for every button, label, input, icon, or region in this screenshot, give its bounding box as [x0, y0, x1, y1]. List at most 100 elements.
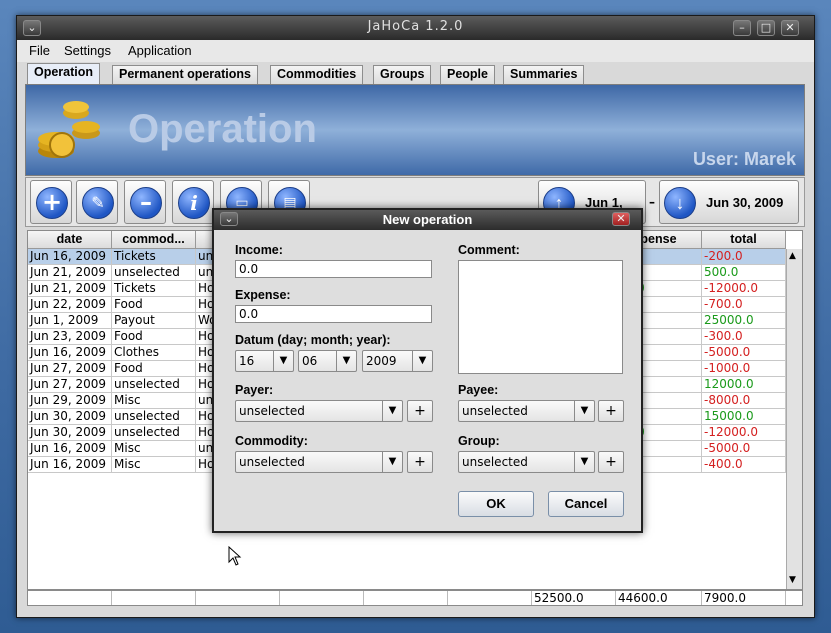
menu-settings[interactable]: Settings: [64, 43, 111, 58]
footer-cell: [448, 591, 532, 605]
window-titlebar[interactable]: ⌄ JaHoCa 1.2.0 – □ ✕: [17, 16, 814, 40]
chevron-down-icon: ▼: [574, 452, 594, 472]
table-cell: Misc: [112, 441, 196, 457]
cancel-button[interactable]: Cancel: [548, 491, 624, 517]
table-cell: Jun 22, 2009: [28, 297, 112, 313]
remove-operation-button[interactable]: –: [124, 180, 166, 224]
tab-permanent-operations[interactable]: Permanent operations: [112, 65, 258, 84]
table-cell: -700.0: [702, 297, 786, 313]
expense-input[interactable]: 0.0: [235, 305, 432, 323]
footer-income-total: 52500.0: [532, 591, 616, 605]
close-button[interactable]: ✕: [781, 20, 799, 36]
ok-button[interactable]: OK: [458, 491, 534, 517]
menubar: File Settings Application: [17, 40, 814, 62]
date-to-button[interactable]: ↓ Jun 30, 2009: [659, 180, 799, 224]
add-commodity-button[interactable]: +: [407, 451, 433, 473]
chevron-down-icon: ▼: [336, 351, 356, 371]
mouse-cursor-icon: [228, 546, 242, 566]
table-scrollbar[interactable]: ▲ ▼: [786, 249, 802, 589]
table-cell: Jun 21, 2009: [28, 265, 112, 281]
tab-bar: Operation Permanent operations Commoditi…: [17, 62, 814, 84]
table-cell: 15000.0: [702, 409, 786, 425]
date-to-label: Jun 30, 2009: [706, 195, 784, 210]
dialog-title: New operation: [382, 212, 473, 227]
comment-label: Comment:: [458, 243, 520, 257]
add-payer-button[interactable]: +: [407, 400, 433, 422]
tab-operation[interactable]: Operation: [27, 63, 101, 84]
footer-cell: [28, 591, 112, 605]
scroll-up-icon[interactable]: ▲: [789, 251, 796, 261]
tab-summaries[interactable]: Summaries: [503, 65, 585, 84]
payee-value: unselected: [462, 404, 528, 418]
income-label: Income:: [235, 243, 283, 257]
comment-textarea[interactable]: [458, 260, 623, 374]
commodity-value: unselected: [239, 455, 305, 469]
table-cell: unselected: [112, 409, 196, 425]
tab-groups[interactable]: Groups: [373, 65, 432, 84]
group-select[interactable]: unselected ▼: [458, 451, 595, 473]
commodity-select[interactable]: unselected ▼: [235, 451, 403, 473]
maximize-button[interactable]: □: [757, 20, 775, 36]
group-value: unselected: [462, 455, 528, 469]
chevron-down-icon: ▼: [273, 351, 293, 371]
minus-icon: –: [130, 187, 162, 219]
menu-file[interactable]: File: [29, 43, 50, 58]
income-input[interactable]: 0.0: [235, 260, 432, 278]
table-cell: Jun 29, 2009: [28, 393, 112, 409]
add-payee-button[interactable]: +: [598, 400, 624, 422]
table-cell: Jun 16, 2009: [28, 441, 112, 457]
chevron-down-icon: ▼: [382, 452, 402, 472]
window-title: JaHoCa 1.2.0: [367, 19, 464, 34]
table-cell: Food: [112, 297, 196, 313]
payer-label: Payer:: [235, 383, 274, 397]
month-value: 06: [302, 354, 318, 368]
payer-value: unselected: [239, 404, 305, 418]
table-cell: Jun 27, 2009: [28, 361, 112, 377]
totals-row: 52500.0 44600.0 7900.0: [27, 590, 803, 606]
payer-select[interactable]: unselected ▼: [235, 400, 403, 422]
chevron-down-icon: ▼: [382, 401, 402, 421]
table-cell: Jun 16, 2009: [28, 457, 112, 473]
add-operation-button[interactable]: +: [30, 180, 72, 224]
info-icon: i: [178, 187, 210, 219]
column-commodity[interactable]: commod...: [112, 231, 196, 249]
scroll-down-icon[interactable]: ▼: [789, 575, 796, 585]
table-cell: -5000.0: [702, 345, 786, 361]
table-cell: Food: [112, 329, 196, 345]
table-cell: unselected: [112, 265, 196, 281]
datum-label: Datum (day; month; year):: [235, 333, 391, 347]
add-group-button[interactable]: +: [598, 451, 624, 473]
banner-title: Operation: [128, 107, 317, 151]
tab-people[interactable]: People: [440, 65, 495, 84]
column-date[interactable]: date: [28, 231, 112, 249]
table-cell: Jun 21, 2009: [28, 281, 112, 297]
table-cell: -1000.0: [702, 361, 786, 377]
month-select[interactable]: 06 ▼: [298, 350, 357, 372]
footer-cell: [364, 591, 448, 605]
table-cell: Misc: [112, 393, 196, 409]
table-cell: Jun 30, 2009: [28, 425, 112, 441]
minimize-button[interactable]: –: [733, 20, 751, 36]
chevron-down-icon: ▼: [574, 401, 594, 421]
group-label: Group:: [458, 434, 500, 448]
table-cell: -12000.0: [702, 281, 786, 297]
dialog-titlebar[interactable]: ⌄ New operation ✕: [214, 210, 641, 230]
table-cell: -12000.0: [702, 425, 786, 441]
coins-icon: [38, 101, 100, 158]
table-cell: -8000.0: [702, 393, 786, 409]
tab-commodities[interactable]: Commodities: [270, 65, 364, 84]
info-button[interactable]: i: [172, 180, 214, 224]
table-cell: Jun 16, 2009: [28, 249, 112, 265]
menu-application[interactable]: Application: [128, 43, 192, 58]
table-cell: Jun 27, 2009: [28, 377, 112, 393]
year-select[interactable]: 2009 ▼: [362, 350, 433, 372]
payee-select[interactable]: unselected ▼: [458, 400, 595, 422]
day-select[interactable]: 16 ▼: [235, 350, 294, 372]
column-total[interactable]: total: [702, 231, 786, 249]
footer-cell: [280, 591, 364, 605]
dialog-close-button[interactable]: ✕: [612, 212, 630, 226]
table-cell: 12000.0: [702, 377, 786, 393]
edit-operation-button[interactable]: ✎: [76, 180, 118, 224]
day-value: 16: [239, 354, 255, 368]
new-operation-dialog: ⌄ New operation ✕ Income: 0.0 Expense: 0…: [212, 208, 643, 533]
